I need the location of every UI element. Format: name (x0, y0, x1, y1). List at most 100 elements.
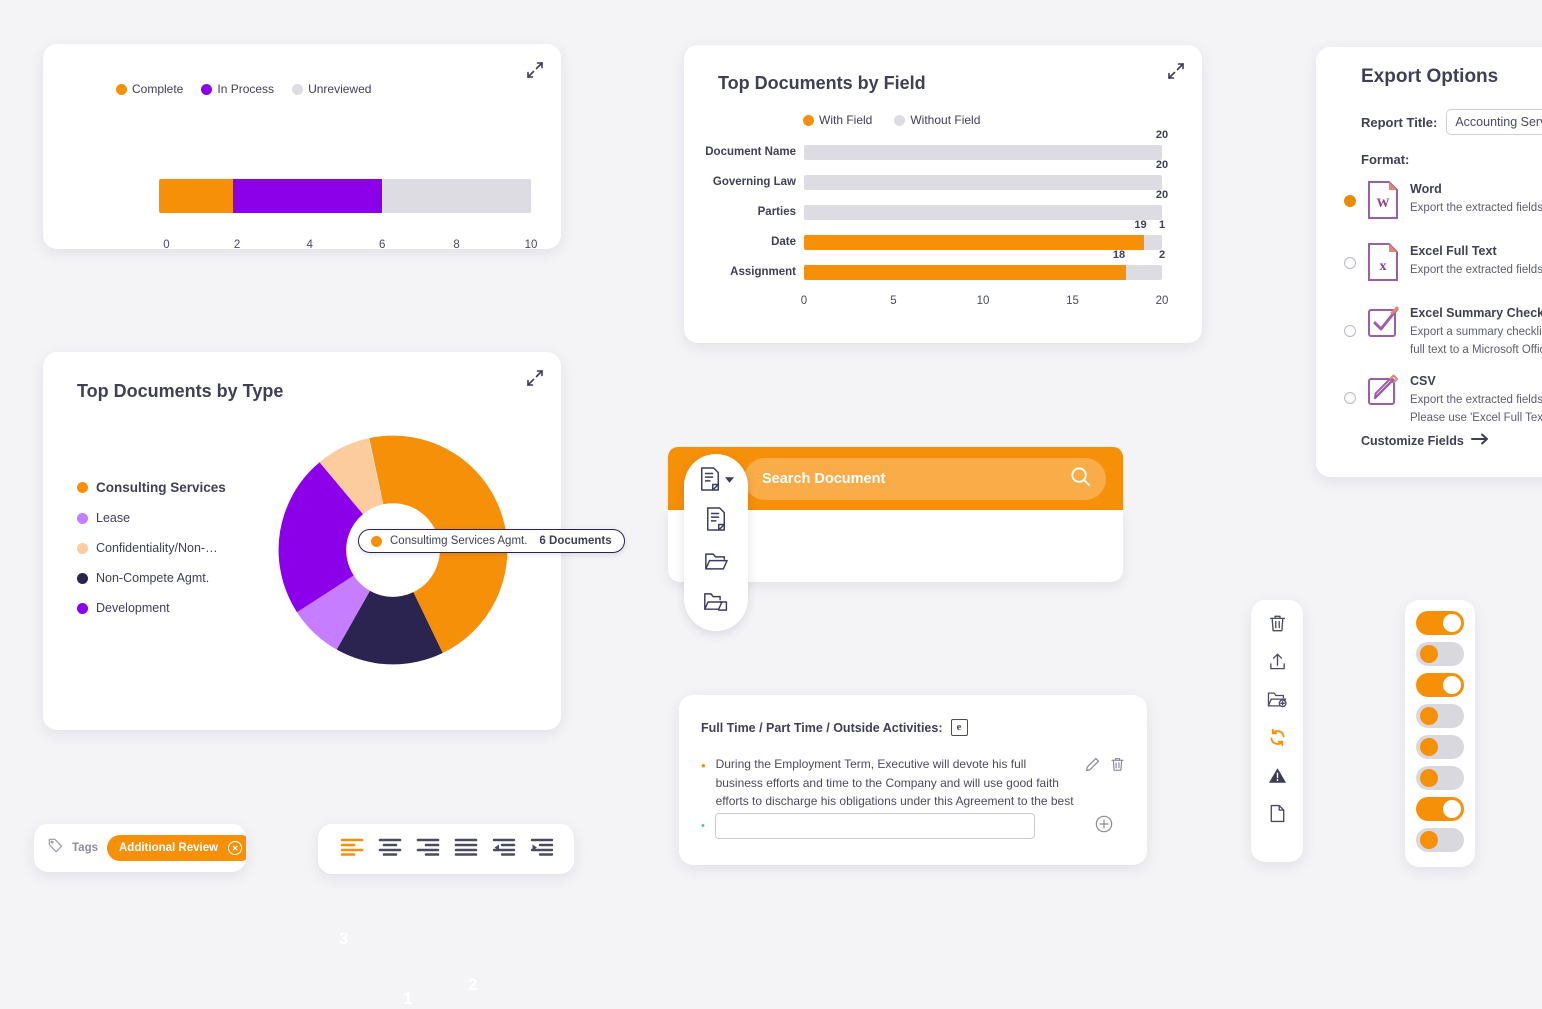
folder-open-icon[interactable] (704, 551, 728, 577)
e-badge-icon[interactable]: e (950, 719, 968, 736)
field-chart-card: Top Documents by Field With Field Withou… (684, 45, 1202, 343)
clause-new-input[interactable] (714, 813, 1035, 839)
x-tick-3: 15 (1066, 295, 1079, 307)
field-fill (804, 265, 1127, 280)
bar-segment-unreviewed[interactable] (382, 179, 531, 213)
document-icon-selected[interactable] (699, 466, 734, 492)
bar-segment-complete[interactable] (159, 179, 234, 213)
legend-dot-non-compete (77, 572, 88, 584)
folders-icon[interactable] (703, 591, 730, 618)
field-chart-plot: Document Name 20 Governing Law 20 Partie… (705, 129, 1168, 311)
legend-item-confidentiality[interactable]: Confidentiality/Non-… (77, 541, 226, 555)
legend-item-consulting-services[interactable]: Consulting Services (77, 480, 226, 495)
field-track[interactable] (804, 265, 1162, 280)
field-label: Assignment (730, 266, 796, 278)
close-circle-icon[interactable]: ✕ (228, 841, 243, 855)
align-center-icon[interactable] (378, 838, 402, 856)
indent-icon[interactable] (530, 838, 554, 856)
field-label: Document Name (705, 146, 796, 158)
file-icon[interactable] (1269, 804, 1286, 823)
legend-dot-in-process (201, 83, 213, 95)
expand-icon[interactable] (526, 61, 544, 79)
legend-item-complete[interactable]: Complete (116, 82, 183, 96)
legend-item-in-process[interactable]: In Process (201, 82, 274, 96)
field-track[interactable] (804, 205, 1162, 220)
radio-csv[interactable] (1344, 392, 1356, 404)
warning-icon[interactable] (1268, 766, 1287, 785)
toggle-2[interactable] (1416, 642, 1464, 666)
expand-icon[interactable] (1167, 62, 1185, 80)
toggle-1[interactable] (1416, 611, 1464, 635)
document-icon[interactable] (705, 506, 727, 537)
legend-item-non-compete[interactable]: Non-Compete Agmt. (77, 571, 226, 585)
chevron-down-icon[interactable] (724, 470, 734, 488)
search-icon[interactable] (1069, 465, 1092, 493)
legend-label-without-field: Without Field (910, 113, 981, 127)
clause-new-item-row: • (701, 813, 1125, 839)
search-input[interactable]: Search Document (762, 471, 1069, 487)
legend-item-without-field[interactable]: Without Field (894, 113, 980, 127)
format-desc: Export a summary checklist of y (1410, 326, 1542, 338)
refresh-icon[interactable] (1268, 728, 1287, 747)
toggle-knob (1420, 707, 1438, 725)
customize-fields-link[interactable]: Customize Fields (1361, 433, 1489, 448)
toggle-5[interactable] (1416, 735, 1464, 759)
tooltip-dot (371, 535, 382, 547)
radio-word[interactable] (1344, 195, 1356, 207)
tags-row: Tags Additional Review ✕ Unrev ✕ (48, 835, 246, 861)
field-value-without: 2 (1158, 249, 1166, 261)
legend-item-development[interactable]: Development (77, 601, 226, 615)
donut-value-lease: 1 (403, 989, 413, 1008)
legend-item-with-field[interactable]: With Field (803, 113, 872, 127)
format-text-excel-summary-checklist: Excel Summary Checklist Export a summary… (1410, 304, 1542, 358)
legend-label: Confidentiality/Non-… (96, 541, 218, 555)
excel-file-icon: x (1366, 242, 1400, 282)
field-track[interactable] (804, 235, 1162, 250)
toggle-knob (1420, 738, 1438, 756)
outdent-icon[interactable] (492, 838, 516, 856)
field-track[interactable] (804, 175, 1162, 190)
field-track[interactable] (804, 145, 1162, 160)
format-desc: Export the extracted fields of th (1410, 394, 1542, 406)
toggle-8[interactable] (1416, 828, 1464, 852)
upload-icon[interactable] (1268, 652, 1287, 671)
toggle-4[interactable] (1416, 704, 1464, 728)
tag-icon (48, 838, 63, 858)
format-option-excel-summary-checklist[interactable]: Excel Summary Checklist Export a summary… (1344, 304, 1542, 358)
format-option-word[interactable]: W Word Export the extracted fields of th (1344, 180, 1542, 220)
format-name: Excel Full Text (1410, 244, 1497, 258)
tag-chip-additional-review[interactable]: Additional Review ✕ (107, 835, 246, 861)
radio-excel-summary-checklist[interactable] (1344, 325, 1356, 337)
format-option-csv[interactable]: CSV Export the extracted fields of th Pl… (1344, 372, 1542, 426)
report-title-input[interactable] (1446, 109, 1542, 135)
clause-title-text: Full Time / Part Time / Outside Activiti… (701, 720, 943, 735)
bar-segment-in-process[interactable] (233, 179, 383, 213)
plus-circle-icon[interactable] (1095, 815, 1113, 838)
align-justify-icon[interactable] (454, 838, 478, 856)
format-option-excel-full-text[interactable]: x Excel Full Text Export the extracted f… (1344, 242, 1542, 282)
align-right-icon[interactable] (416, 838, 440, 856)
format-name: CSV (1410, 374, 1436, 388)
radio-excel-full-text[interactable] (1344, 257, 1356, 269)
trash-icon[interactable] (1268, 614, 1287, 633)
legend-item-unreviewed[interactable]: Unreviewed (292, 82, 371, 96)
expand-icon[interactable] (526, 369, 544, 387)
toggle-6[interactable] (1416, 766, 1464, 790)
x-tick-1: 2 (233, 239, 241, 251)
donut-value-non-compete: 2 (468, 975, 478, 994)
search-input-pill[interactable]: Search Document (744, 458, 1106, 500)
document-type-flyout[interactable] (684, 454, 748, 631)
legend-dot-unreviewed (292, 83, 304, 95)
checklist-icon (1366, 304, 1400, 344)
folder-add-icon[interactable] (1267, 690, 1287, 709)
legend-label-unreviewed: Unreviewed (308, 82, 372, 96)
status-stacked-bar (159, 179, 531, 213)
align-left-icon[interactable] (340, 838, 364, 856)
toggles-card (1405, 600, 1475, 867)
legend-item-lease[interactable]: Lease (77, 511, 226, 525)
svg-text:x: x (1380, 259, 1387, 274)
status-chart-x-axis: 0 2 4 6 8 10 (159, 239, 537, 255)
toggle-3[interactable] (1416, 673, 1464, 697)
field-value-without: 20 (1155, 189, 1169, 201)
toggle-7[interactable] (1416, 797, 1464, 821)
